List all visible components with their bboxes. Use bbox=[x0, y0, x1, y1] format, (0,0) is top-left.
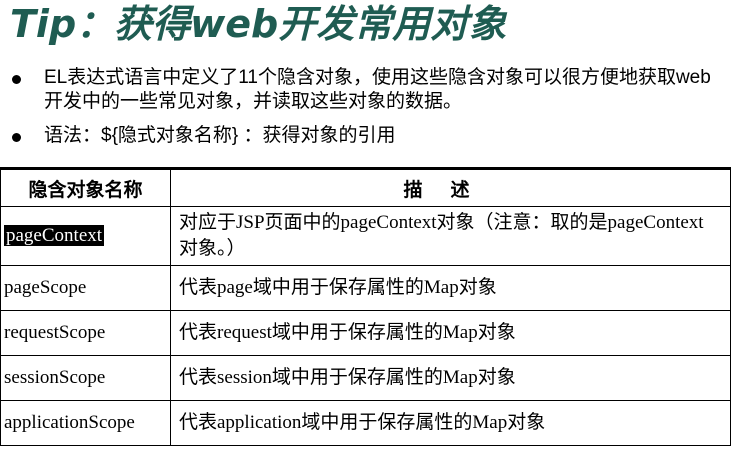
selected-text[interactable]: pageContext bbox=[4, 225, 105, 246]
bullet-item: 语法：${隐式对象名称} ：获得对象的引用 bbox=[10, 124, 725, 148]
description-cell: 对应于JSP页面中的pageContext对象（注意：取的是pageContex… bbox=[170, 206, 731, 266]
bullet-text: EL表达式语言中定义了11个隐含对象，使用这些隐含对象可以很方便地获取web开发… bbox=[44, 67, 711, 112]
object-name-cell: pageContext bbox=[0, 206, 171, 266]
object-name-cell: sessionScope bbox=[0, 355, 171, 401]
slide-title: Tip：获得web开发常用对象 bbox=[10, 2, 507, 46]
bullet-text: 语法：${隐式对象名称} ：获得对象的引用 bbox=[44, 125, 396, 146]
table-row: requestScope 代表request域中用于保存属性的Map对象 bbox=[0, 310, 731, 356]
table-row: applicationScope 代表application域中用于保存属性的M… bbox=[0, 400, 731, 446]
implicit-objects-table-wrap: 隐含对象名称 描述 pageContext 对应于JSP页面中的pageCont… bbox=[0, 167, 731, 469]
header-description: 描述 bbox=[170, 169, 731, 207]
description-cell: 代表page域中用于保存属性的Map对象 bbox=[170, 265, 731, 311]
bullet-item: EL表达式语言中定义了11个隐含对象，使用这些隐含对象可以很方便地获取web开发… bbox=[10, 66, 725, 114]
object-name-cell: requestScope bbox=[0, 310, 171, 356]
description-cell: 代表request域中用于保存属性的Map对象 bbox=[170, 310, 731, 356]
table-row: sessionScope 代表session域中用于保存属性的Map对象 bbox=[0, 355, 731, 401]
slide: Tip：获得web开发常用对象 EL表达式语言中定义了11个隐含对象，使用这些隐… bbox=[0, 0, 731, 469]
table-header-row: 隐含对象名称 描述 bbox=[0, 169, 731, 207]
bullet-dot-icon bbox=[12, 133, 21, 142]
bullet-dot-icon bbox=[12, 75, 21, 84]
implicit-objects-table: 隐含对象名称 描述 pageContext 对应于JSP页面中的pageCont… bbox=[0, 169, 731, 446]
table-row: pageContext 对应于JSP页面中的pageContext对象（注意：取… bbox=[0, 206, 731, 266]
description-cell: 代表application域中用于保存属性的Map对象 bbox=[170, 400, 731, 446]
table-row: pageScope 代表page域中用于保存属性的Map对象 bbox=[0, 265, 731, 311]
description-cell: 代表session域中用于保存属性的Map对象 bbox=[170, 355, 731, 401]
header-object-name: 隐含对象名称 bbox=[0, 169, 171, 207]
object-name-cell: applicationScope bbox=[0, 400, 171, 446]
bullet-list: EL表达式语言中定义了11个隐含对象，使用这些隐含对象可以很方便地获取web开发… bbox=[10, 66, 725, 158]
object-name-cell: pageScope bbox=[0, 265, 171, 311]
